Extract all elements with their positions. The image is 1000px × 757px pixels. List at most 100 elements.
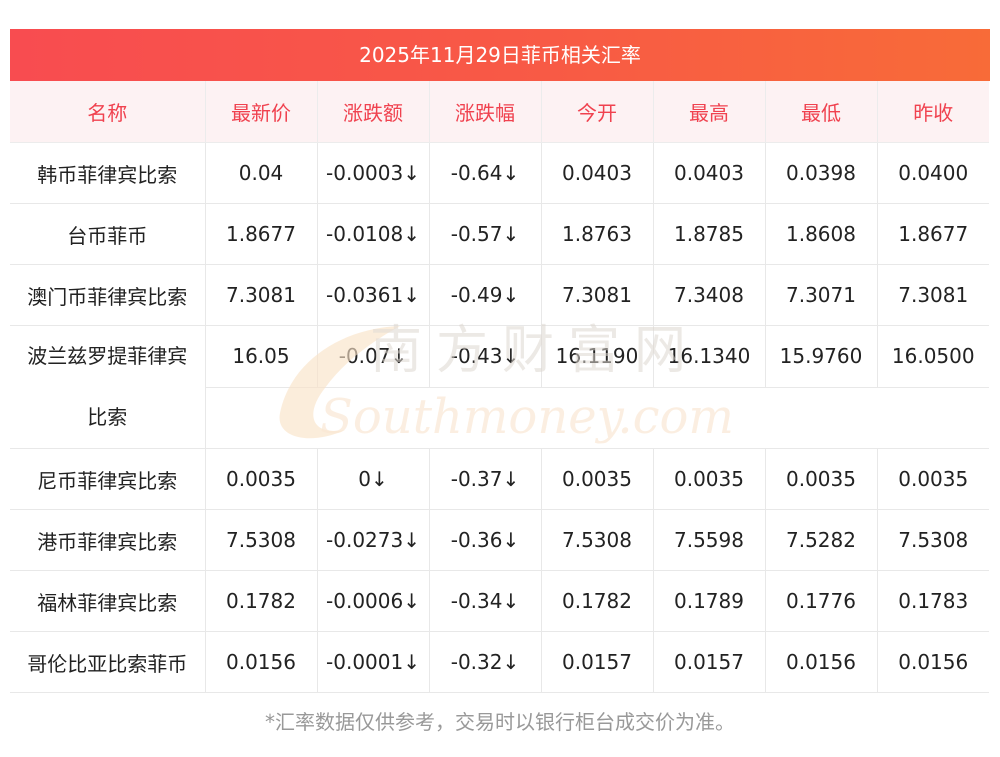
row-latest: 0.0035 [205,448,318,510]
down-arrow-icon: ↓ [502,467,520,491]
table-row: 哥伦比亚比索菲币 0.0156 -0.0001↓ -0.32↓ 0.0157 0… [10,631,989,693]
row-high: 0.0035 [653,448,766,510]
row-prev-close: 16.0500 [877,325,989,388]
row-change: -0.0006↓ [317,570,430,632]
row-name: 波兰兹罗提菲律宾 比索 [10,325,206,449]
row-change-pct: -0.32↓ [429,631,542,693]
row-low: 0.0398 [765,142,878,204]
down-arrow-icon: ↓ [502,222,520,246]
down-arrow-icon: ↓ [403,283,420,307]
row-high: 1.8785 [653,203,766,265]
row-high: 0.1789 [653,570,766,632]
table-row: 港币菲律宾比索 7.5308 -0.0273↓ -0.36↓ 7.5308 7.… [10,509,989,571]
row-name-line2: 比索 [87,405,128,429]
row-prev-close: 0.0035 [877,448,989,510]
row-open: 0.0035 [541,448,654,510]
col-header-prev-close: 昨收 [877,81,989,143]
row-prev-close: 1.8677 [877,203,989,265]
down-arrow-icon: ↓ [502,161,520,185]
down-arrow-icon: ↓ [403,528,420,552]
row-spacer [205,387,989,449]
row-high: 7.3408 [653,264,766,326]
row-latest: 0.04 [205,142,318,204]
row-change: -0.0273↓ [317,509,430,571]
down-arrow-icon: ↓ [502,650,520,674]
row-low: 7.3071 [765,264,878,326]
down-arrow-icon: ↓ [502,528,520,552]
down-arrow-icon: ↓ [390,344,408,369]
row-prev-close: 7.3081 [877,264,989,326]
row-change: -0.0001↓ [317,631,430,693]
row-change: -0.0108↓ [317,203,430,265]
row-low: 0.0156 [765,631,878,693]
row-name: 澳门币菲律宾比索 [10,264,206,326]
table-header-row: 名称 最新价 涨跌额 涨跌幅 今开 最高 最低 昨收 [10,81,989,143]
row-prev-close: 0.1783 [877,570,989,632]
row-change-pct: -0.49↓ [429,264,542,326]
table-title: 2025年11月29日菲币相关汇率 [10,29,990,81]
row-change-pct: -0.57↓ [429,203,542,265]
col-header-open: 今开 [541,81,654,143]
disclaimer-note: *汇率数据仅供参考，交易时以银行柜台成交价为准。 [265,710,735,734]
table-row: 澳门币菲律宾比索 7.3081 -0.0361↓ -0.49↓ 7.3081 7… [10,264,989,326]
row-latest: 0.1782 [205,570,318,632]
down-arrow-icon: ↓ [403,161,420,185]
row-change-pct: -0.37↓ [429,448,542,510]
down-arrow-icon: ↓ [502,283,520,307]
row-latest: 16.05 [205,325,318,388]
row-high: 0.0157 [653,631,766,693]
row-low: 1.8608 [765,203,878,265]
down-arrow-icon: ↓ [403,650,420,674]
table-row: 波兰兹罗提菲律宾 比索 16.05 -0.07↓ -0.43↓ 16.1190 … [10,325,989,449]
row-name: 韩币菲律宾比索 [10,142,206,204]
down-arrow-icon: ↓ [403,222,420,246]
row-prev-close: 0.0400 [877,142,989,204]
row-open: 1.8763 [541,203,654,265]
table-row: 韩币菲律宾比索 0.04 -0.0003↓ -0.64↓ 0.0403 0.04… [10,142,989,204]
row-open: 16.1190 [541,325,654,388]
row-open: 7.3081 [541,264,654,326]
down-arrow-icon: ↓ [370,467,388,491]
row-change-pct: -0.43↓ [429,325,542,388]
row-latest: 7.3081 [205,264,318,326]
row-name: 台币菲币 [10,203,206,265]
row-change-pct: -0.34↓ [429,570,542,632]
row-name-line1: 波兰兹罗提菲律宾 [27,344,188,368]
row-low: 15.9760 [765,325,878,388]
col-header-name: 名称 [10,81,206,143]
table-row: 尼币菲律宾比索 0.0035 0↓ -0.37↓ 0.0035 0.0035 0… [10,448,989,510]
row-low: 0.0035 [765,448,878,510]
row-change-pct: -0.36↓ [429,509,542,571]
row-high: 7.5598 [653,509,766,571]
row-name: 港币菲律宾比索 [10,509,206,571]
row-low: 0.1776 [765,570,878,632]
row-latest: 7.5308 [205,509,318,571]
row-low: 7.5282 [765,509,878,571]
row-change: -0.07↓ [317,325,430,388]
col-header-low: 最低 [765,81,878,143]
down-arrow-icon: ↓ [502,344,520,369]
exchange-rate-table: 名称 最新价 涨跌额 涨跌幅 今开 最高 最低 昨收 韩币菲律宾比索 0.04 … [10,81,989,693]
row-latest: 0.0156 [205,631,318,693]
col-header-latest: 最新价 [205,81,318,143]
table-row: 福林菲律宾比索 0.1782 -0.0006↓ -0.34↓ 0.1782 0.… [10,570,989,632]
row-prev-close: 7.5308 [877,509,989,571]
row-open: 0.0403 [541,142,654,204]
row-open: 7.5308 [541,509,654,571]
row-change: 0↓ [317,448,430,510]
row-prev-close: 0.0156 [877,631,989,693]
row-change: -0.0003↓ [317,142,430,204]
col-header-high: 最高 [653,81,766,143]
table-row: 台币菲币 1.8677 -0.0108↓ -0.57↓ 1.8763 1.878… [10,203,989,265]
col-header-change: 涨跌额 [317,81,430,143]
row-name: 哥伦比亚比索菲币 [10,631,206,693]
down-arrow-icon: ↓ [502,589,520,613]
row-high: 16.1340 [653,325,766,388]
row-name: 福林菲律宾比索 [10,570,206,632]
row-open: 0.1782 [541,570,654,632]
row-open: 0.0157 [541,631,654,693]
row-latest: 1.8677 [205,203,318,265]
down-arrow-icon: ↓ [403,589,420,613]
row-name: 尼币菲律宾比索 [10,448,206,510]
row-change-pct: -0.64↓ [429,142,542,204]
